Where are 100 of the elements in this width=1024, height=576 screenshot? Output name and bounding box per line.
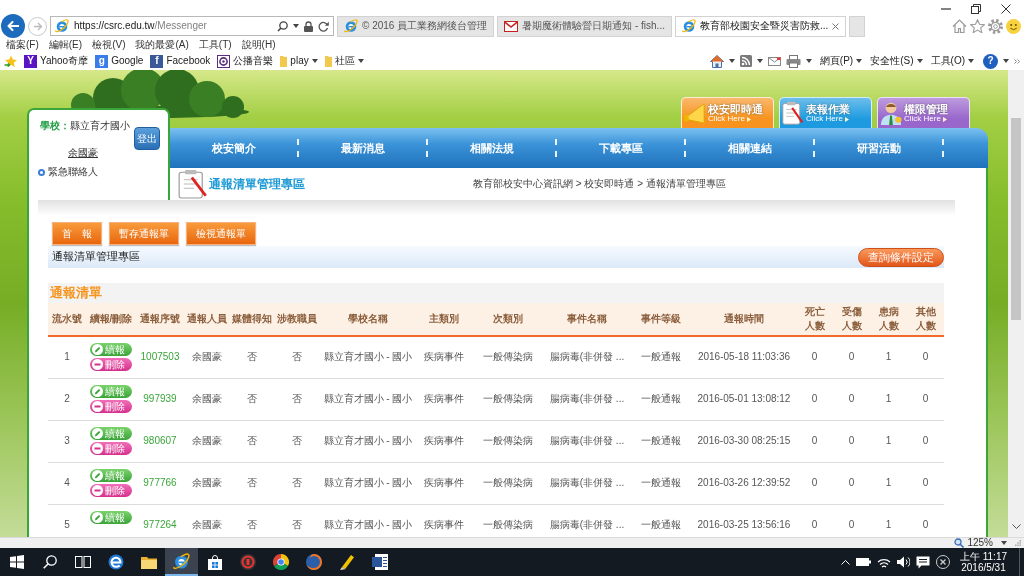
browser-tab[interactable]: 暑期魔術體驗營日期通知 - fish... — [497, 15, 672, 37]
folder-icon — [324, 55, 332, 67]
star-icon[interactable] — [970, 19, 985, 33]
serial-link[interactable]: 980607 — [143, 435, 177, 446]
table-cell: 縣立育才國小 - 國小 — [320, 462, 416, 504]
clock-date[interactable]: 2016/5/31 — [961, 562, 1006, 573]
menu-button[interactable]: 安全性(S) — [870, 55, 923, 67]
serial-link[interactable]: 1007503 — [140, 351, 180, 363]
menu-item[interactable]: 檔案(F) — [1, 38, 44, 52]
table-cell: 否 — [274, 420, 320, 462]
caret-icon[interactable] — [728, 59, 735, 63]
query-button[interactable]: 查詢條件設定 — [858, 247, 944, 267]
mail-icon[interactable] — [767, 56, 781, 66]
caret-icon[interactable] — [1003, 59, 1009, 63]
serial-link[interactable]: 977264 — [143, 519, 177, 530]
delete-button[interactable]: 刪除 — [90, 483, 132, 497]
serial-link[interactable]: 977766 — [143, 477, 177, 488]
table-cell: 2016-05-01 13:08:12 — [692, 378, 796, 420]
favorite-link[interactable]: f Facebook — [150, 54, 211, 68]
delete-button[interactable]: 刪除 — [90, 358, 132, 371]
refresh-icon[interactable] — [318, 20, 329, 32]
ringed-globe-icon — [173, 552, 190, 570]
continue-button[interactable]: 續報 — [90, 510, 132, 524]
menu-item[interactable]: 說明(H) — [236, 38, 281, 52]
column-header: 學校名稱 — [320, 303, 416, 336]
table-cell: 0 — [833, 462, 870, 504]
user-link[interactable]: 余國豪 — [68, 147, 98, 158]
home-icon[interactable] — [709, 54, 724, 68]
scrollbar[interactable] — [1008, 70, 1024, 537]
favorites-folder[interactable]: play — [280, 55, 318, 67]
table-cell: 一般通報 — [630, 420, 692, 462]
nav-link[interactable]: 相關連結 — [686, 139, 815, 157]
scrollbar-thumb[interactable] — [1011, 118, 1021, 320]
caret-icon[interactable] — [756, 59, 763, 63]
settings-icon[interactable] — [988, 19, 1003, 34]
address-field[interactable]: https://csrc.edu.tw/Messenger — [50, 16, 334, 36]
smiley-icon[interactable] — [1006, 19, 1021, 34]
delete-button[interactable]: 刪除 — [90, 399, 132, 413]
menu-item[interactable]: 我的最愛(A) — [130, 38, 194, 52]
speaker-icon[interactable] — [896, 556, 910, 568]
continue-button[interactable]: 續報 — [90, 343, 132, 356]
menu-button[interactable]: 工具(O) — [930, 55, 974, 67]
nav-link[interactable]: 校安簡介 — [170, 139, 299, 157]
notification-icon[interactable] — [915, 555, 930, 569]
browser-tab[interactable]: 教育部校園安全暨災害防救... — [674, 15, 847, 37]
table-cell: 2 — [48, 378, 86, 420]
menu-item[interactable]: 檢視(V) — [87, 38, 131, 52]
menu-item[interactable]: 編輯(E) — [43, 38, 88, 52]
restore-icon[interactable] — [971, 3, 981, 14]
table-cell: 一般通報 — [630, 462, 692, 504]
table-cell: 余國豪 — [184, 336, 229, 378]
favorites-star-icon[interactable] — [4, 54, 17, 68]
chevrons-icon[interactable] — [1014, 58, 1020, 64]
down-chevron-icon[interactable] — [1011, 524, 1021, 529]
nav-link[interactable]: 最新消息 — [299, 139, 428, 157]
banner-link[interactable]: 表報作業 Click Here — [779, 97, 872, 128]
battery-icon[interactable] — [855, 558, 871, 566]
breadcrumb[interactable]: 教育部校安中心資訊網 > 校安即時通 > 通報清單管理專區 — [473, 178, 726, 190]
menu-item[interactable]: 工具(T) — [193, 38, 237, 52]
caret-icon[interactable] — [805, 59, 812, 63]
search-icon[interactable] — [277, 20, 288, 32]
zoom-button[interactable]: 125% — [954, 538, 993, 548]
serial-link[interactable]: 997939 — [143, 393, 177, 404]
column-header: 次類別 — [472, 303, 544, 336]
menu-button[interactable]: 網頁(P) — [819, 55, 863, 67]
nav-link[interactable]: 研習活動 — [815, 139, 944, 157]
back-button[interactable] — [1, 14, 25, 38]
feed-icon[interactable] — [739, 55, 752, 67]
continue-button[interactable]: 續報 — [90, 384, 132, 398]
banner-link[interactable]: 校安即時通 Click Here — [681, 97, 774, 128]
page-tab-button[interactable]: 暫存通報單 — [109, 222, 179, 245]
section-title: 通報清單管理專區 — [52, 250, 140, 264]
favorite-link[interactable]: g Google — [95, 54, 144, 68]
wifi-icon[interactable] — [876, 556, 891, 568]
help-button[interactable]: ? — [983, 53, 998, 69]
printer-icon[interactable] — [785, 54, 801, 68]
home-icon[interactable] — [952, 19, 967, 33]
nav-link[interactable]: 下載專區 — [557, 139, 686, 157]
favorites-folder[interactable]: 社區 — [324, 55, 364, 67]
table-cell: 一般傳染病 — [472, 378, 544, 420]
continue-button[interactable]: 續報 — [90, 426, 132, 440]
delete-button[interactable]: 刪除 — [90, 441, 132, 455]
caret-icon[interactable] — [293, 24, 299, 28]
page-tab-button[interactable]: 檢視通報單 — [186, 222, 256, 245]
close-circle-icon[interactable] — [935, 555, 950, 569]
logout-button[interactable]: 登出 — [134, 127, 160, 150]
browser-tab[interactable]: © 2016 員工業務網後台管理 — [337, 15, 495, 37]
up-chevron-icon[interactable] — [840, 559, 850, 565]
page-tab-button[interactable]: 首 報 — [52, 222, 102, 245]
close-icon[interactable] — [1001, 3, 1011, 14]
favorite-link[interactable]: 公播音樂 — [217, 54, 274, 68]
favorite-link[interactable]: Y Yahoo奇摩 — [24, 54, 89, 68]
clock-time[interactable]: 上午 11:17 — [959, 551, 1007, 562]
column-header: 事件名稱 — [544, 303, 630, 336]
nav-link[interactable]: 相關法規 — [428, 139, 557, 157]
continue-button[interactable]: 續報 — [90, 468, 132, 482]
contact-link[interactable]: 緊急聯絡人 — [38, 166, 160, 178]
banner-link[interactable]: 權限管理 Click Here — [877, 97, 970, 128]
minimize-icon[interactable] — [941, 7, 951, 10]
caret-icon[interactable] — [1001, 541, 1007, 545]
